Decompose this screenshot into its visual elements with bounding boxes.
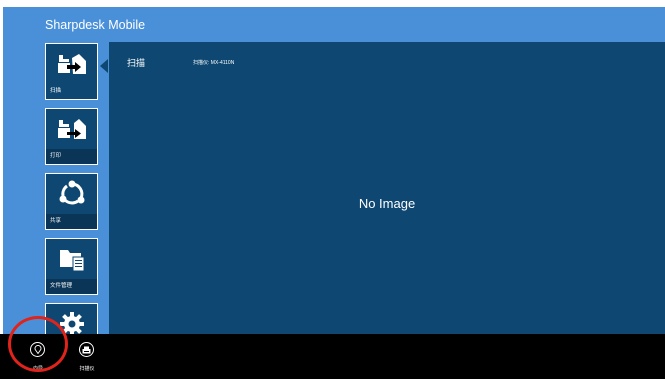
nav-tile-scan[interactable]: 扫描 [45, 43, 98, 100]
selection-pointer [100, 59, 108, 73]
nav-label-scan: 扫描 [46, 84, 97, 99]
file-management-icon [46, 239, 97, 278]
scanner-button-label: 扫描仪 [79, 366, 95, 372]
print-icon [46, 109, 97, 148]
app-bar: 向导 扫描仪 [0, 334, 665, 379]
nav-label-share: 共享 [46, 214, 97, 229]
highlight-circle-annotation [8, 316, 68, 372]
scanner-device-label[interactable]: 扫描仪: MX-4110N [193, 59, 234, 66]
app-window: Sharpdesk Mobile 扫描 打印 共享 文件管理 扫描 扫描仪: M… [3, 7, 665, 379]
nav-tile-print[interactable]: 打印 [45, 108, 98, 165]
page-title: 扫描 [127, 58, 146, 68]
main-panel: 扫描 扫描仪: MX-4110N No Image [109, 42, 665, 335]
nav-tile-file-management[interactable]: 文件管理 [45, 238, 98, 295]
no-image-placeholder: No Image [358, 196, 416, 211]
scan-icon [46, 44, 97, 83]
app-title: Sharpdesk Mobile [45, 18, 146, 32]
nav-tile-share[interactable]: 共享 [45, 173, 98, 230]
scanner-icon [79, 342, 94, 357]
nav-label-print: 打印 [46, 149, 97, 164]
scanner-button[interactable]: 扫描仪 [67, 336, 107, 376]
nav-label-file-management: 文件管理 [46, 279, 97, 294]
share-icon [46, 174, 97, 213]
